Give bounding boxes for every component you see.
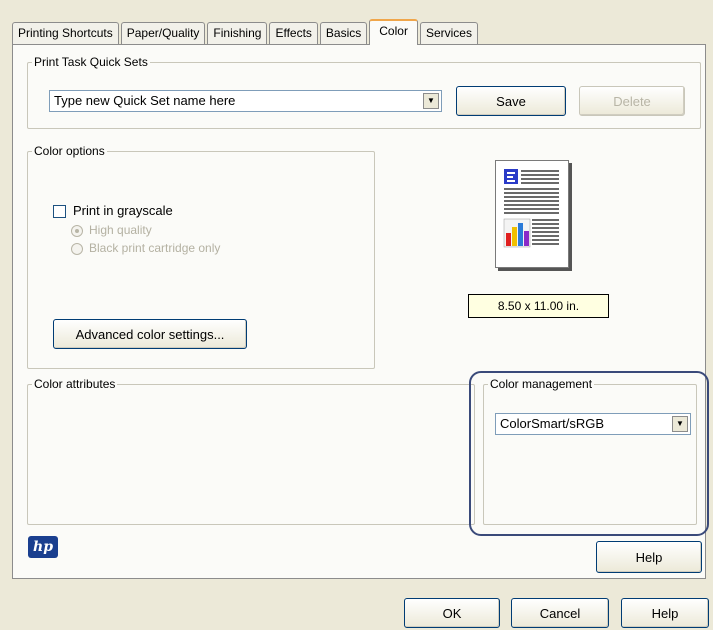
tab-panel-color: Print Task Quick Sets Type new Quick Set… bbox=[12, 44, 709, 579]
quick-set-combo-value: Type new Quick Set name here bbox=[54, 93, 236, 108]
panel-help-button[interactable]: Help bbox=[596, 541, 702, 573]
advanced-color-settings-label: Advanced color settings... bbox=[75, 326, 225, 342]
hp-logo-icon: hp bbox=[28, 536, 58, 558]
tab-printing-shortcuts[interactable]: Printing Shortcuts bbox=[12, 22, 119, 44]
help-button[interactable]: Help bbox=[621, 598, 709, 628]
tab-paper-quality[interactable]: Paper/Quality bbox=[120, 22, 206, 44]
hp-logo-text: hp bbox=[33, 539, 53, 555]
tab-services[interactable]: Services bbox=[419, 22, 478, 44]
chevron-down-icon[interactable]: ▼ bbox=[423, 93, 439, 109]
panel-help-label: Help bbox=[635, 549, 663, 565]
radio-black-cartridge-label: Black print cartridge only bbox=[89, 241, 221, 255]
color-management-group: Color management bbox=[483, 377, 697, 525]
page-size-label: 8.50 x 11.00 in. bbox=[468, 294, 609, 318]
grayscale-checkbox[interactable] bbox=[53, 205, 66, 218]
tab-basics[interactable]: Basics bbox=[319, 22, 368, 44]
advanced-color-settings-button[interactable]: Advanced color settings... bbox=[53, 319, 247, 349]
color-attributes-legend: Color attributes bbox=[34, 377, 116, 391]
color-management-legend: Color management bbox=[490, 377, 593, 391]
radio-high-quality-label: High quality bbox=[89, 223, 152, 237]
tab-color[interactable]: Color bbox=[369, 19, 418, 45]
tab-finishing[interactable]: Finishing bbox=[207, 22, 268, 44]
page-preview-icon bbox=[495, 160, 569, 268]
chevron-down-icon[interactable]: ▼ bbox=[672, 416, 688, 432]
save-button[interactable]: Save bbox=[456, 86, 566, 116]
tab-effects[interactable]: Effects bbox=[269, 22, 318, 44]
ok-button[interactable]: OK bbox=[404, 598, 500, 628]
grayscale-label[interactable]: Print in grayscale bbox=[73, 203, 173, 218]
ok-button-label: OK bbox=[442, 605, 462, 621]
help-button-label: Help bbox=[651, 605, 679, 621]
document-preview-icon bbox=[503, 169, 559, 248]
quick-sets-legend: Print Task Quick Sets bbox=[34, 55, 148, 69]
radio-high-quality[interactable] bbox=[71, 225, 83, 237]
cancel-button-label: Cancel bbox=[539, 605, 581, 621]
color-management-value: ColorSmart/sRGB bbox=[500, 416, 605, 431]
cancel-button[interactable]: Cancel bbox=[511, 598, 609, 628]
radio-black-cartridge[interactable] bbox=[71, 243, 83, 255]
color-options-legend: Color options bbox=[34, 144, 105, 158]
tab-strip: Printing Shortcuts Paper/Quality Finishi… bbox=[12, 19, 480, 45]
save-button-label: Save bbox=[496, 93, 526, 109]
color-attributes-group: Color attributes bbox=[27, 377, 475, 525]
page-size-text: 8.50 x 11.00 in. bbox=[497, 299, 580, 313]
quick-set-combo[interactable]: Type new Quick Set name here ▼ bbox=[49, 90, 442, 112]
delete-button[interactable]: Delete bbox=[579, 86, 685, 116]
color-management-combo[interactable]: ColorSmart/sRGB ▼ bbox=[495, 413, 691, 435]
delete-button-label: Delete bbox=[613, 93, 651, 109]
